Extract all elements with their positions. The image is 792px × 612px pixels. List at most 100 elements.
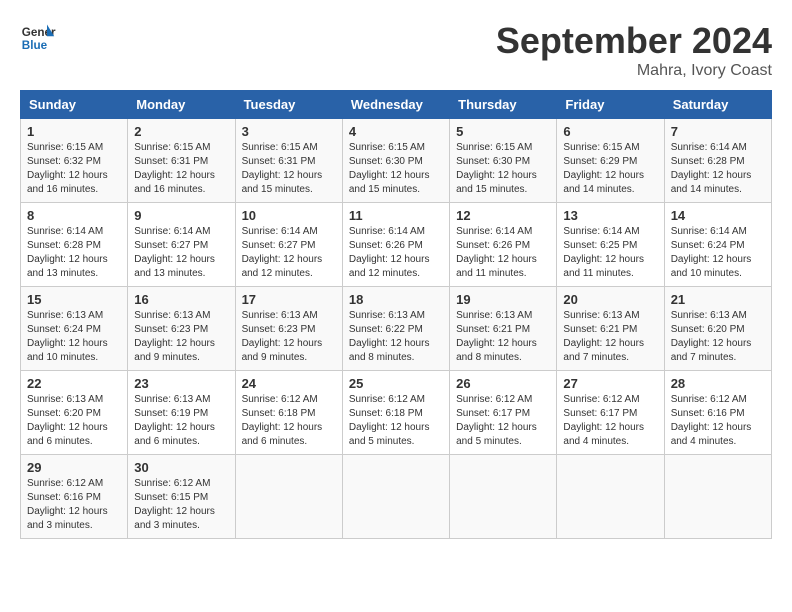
- col-header-wednesday: Wednesday: [342, 91, 449, 119]
- day-info: Sunrise: 6:12 AMSunset: 6:18 PMDaylight:…: [349, 393, 443, 449]
- calendar-cell: 4 Sunrise: 6:15 AMSunset: 6:30 PMDaylight…: [342, 119, 449, 203]
- calendar-cell: 23 Sunrise: 6:13 AMSunset: 6:19 PMDayligh…: [128, 371, 235, 455]
- calendar-cell: 9 Sunrise: 6:14 AMSunset: 6:27 PMDaylight…: [128, 203, 235, 287]
- day-number: 25: [349, 376, 443, 391]
- day-info: Sunrise: 6:15 AMSunset: 6:29 PMDaylight:…: [563, 141, 657, 197]
- calendar-cell: 8Sunrise: 6:14 AMSunset: 6:28 PMDaylight…: [21, 203, 128, 287]
- day-number: 27: [563, 376, 657, 391]
- day-info: Sunrise: 6:14 AMSunset: 6:26 PMDaylight:…: [456, 225, 550, 281]
- calendar-table: SundayMondayTuesdayWednesdayThursdayFrid…: [20, 90, 772, 539]
- title-area: September 2024 Mahra, Ivory Coast: [496, 20, 772, 80]
- day-number: 20: [563, 292, 657, 307]
- calendar-body: 1 Sunrise: 6:15 AMSunset: 6:32 PMDaylight…: [21, 119, 772, 539]
- day-info: Sunrise: 6:15 AMSunset: 6:30 PMDaylight:…: [456, 141, 550, 197]
- calendar-cell: 12 Sunrise: 6:14 AMSunset: 6:26 PMDayligh…: [450, 203, 557, 287]
- col-header-tuesday: Tuesday: [235, 91, 342, 119]
- day-number: 26: [456, 376, 550, 391]
- day-number: 19: [456, 292, 550, 307]
- day-number: 21: [671, 292, 765, 307]
- calendar-cell: 18Sunrise: 6:13 AMSunset: 6:22 PMDayligh…: [342, 287, 449, 371]
- svg-text:Blue: Blue: [22, 39, 48, 52]
- calendar-cell: 5 Sunrise: 6:15 AMSunset: 6:30 PMDaylight…: [450, 119, 557, 203]
- calendar-week-row: 1 Sunrise: 6:15 AMSunset: 6:32 PMDaylight…: [21, 119, 772, 203]
- calendar-cell: 3 Sunrise: 6:15 AMSunset: 6:31 PMDaylight…: [235, 119, 342, 203]
- day-info: Sunrise: 6:12 AMSunset: 6:16 PMDaylight:…: [671, 393, 765, 449]
- calendar-cell: 30 Sunrise: 6:12 AMSunset: 6:15 PMDayligh…: [128, 455, 235, 539]
- calendar-cell: 14 Sunrise: 6:14 AMSunset: 6:24 PMDayligh…: [664, 203, 771, 287]
- day-number: 12: [456, 208, 550, 223]
- day-info: Sunrise: 6:15 AMSunset: 6:31 PMDaylight:…: [242, 141, 336, 197]
- calendar-cell: 10 Sunrise: 6:14 AMSunset: 6:27 PMDayligh…: [235, 203, 342, 287]
- calendar-week-row: 8Sunrise: 6:14 AMSunset: 6:28 PMDaylight…: [21, 203, 772, 287]
- calendar-cell: [235, 455, 342, 539]
- calendar-cell: 16Sunrise: 6:13 AMSunset: 6:23 PMDayligh…: [128, 287, 235, 371]
- day-number: 2: [134, 124, 228, 139]
- day-number: 7: [671, 124, 765, 139]
- day-info: Sunrise: 6:14 AMSunset: 6:26 PMDaylight:…: [349, 225, 443, 281]
- day-number: 1: [27, 124, 121, 139]
- day-info: Sunrise: 6:12 AMSunset: 6:15 PMDaylight:…: [134, 477, 228, 533]
- day-number: 28: [671, 376, 765, 391]
- calendar-cell: [450, 455, 557, 539]
- day-number: 15: [27, 292, 121, 307]
- calendar-cell: [664, 455, 771, 539]
- calendar-cell: 28 Sunrise: 6:12 AMSunset: 6:16 PMDayligh…: [664, 371, 771, 455]
- calendar-cell: 25 Sunrise: 6:12 AMSunset: 6:18 PMDayligh…: [342, 371, 449, 455]
- day-info: Sunrise: 6:15 AMSunset: 6:32 PMDaylight:…: [27, 141, 121, 197]
- day-number: 10: [242, 208, 336, 223]
- calendar-cell: 13Sunrise: 6:14 AMSunset: 6:25 PMDayligh…: [557, 203, 664, 287]
- day-info: Sunrise: 6:13 AMSunset: 6:23 PMDaylight:…: [134, 309, 228, 365]
- day-info: Sunrise: 6:14 AMSunset: 6:28 PMDaylight:…: [671, 141, 765, 197]
- day-number: 14: [671, 208, 765, 223]
- calendar-cell: 22 Sunrise: 6:13 AMSunset: 6:20 PMDayligh…: [21, 371, 128, 455]
- day-number: 3: [242, 124, 336, 139]
- day-number: 29: [27, 460, 121, 475]
- calendar-cell: 6Sunrise: 6:15 AMSunset: 6:29 PMDaylight…: [557, 119, 664, 203]
- calendar-cell: 24 Sunrise: 6:12 AMSunset: 6:18 PMDayligh…: [235, 371, 342, 455]
- calendar-week-row: 29 Sunrise: 6:12 AMSunset: 6:16 PMDayligh…: [21, 455, 772, 539]
- day-info: Sunrise: 6:13 AMSunset: 6:19 PMDaylight:…: [134, 393, 228, 449]
- day-info: Sunrise: 6:13 AMSunset: 6:21 PMDaylight:…: [456, 309, 550, 365]
- day-info: Sunrise: 6:14 AMSunset: 6:27 PMDaylight:…: [134, 225, 228, 281]
- day-info: Sunrise: 6:12 AMSunset: 6:18 PMDaylight:…: [242, 393, 336, 449]
- calendar-cell: 20 Sunrise: 6:13 AMSunset: 6:21 PMDayligh…: [557, 287, 664, 371]
- day-number: 9: [134, 208, 228, 223]
- day-info: Sunrise: 6:15 AMSunset: 6:30 PMDaylight:…: [349, 141, 443, 197]
- calendar-cell: 7 Sunrise: 6:14 AMSunset: 6:28 PMDaylight…: [664, 119, 771, 203]
- calendar-cell: [342, 455, 449, 539]
- day-number: 17: [242, 292, 336, 307]
- location-title: Mahra, Ivory Coast: [496, 62, 772, 80]
- calendar-cell: 15 Sunrise: 6:13 AMSunset: 6:24 PMDayligh…: [21, 287, 128, 371]
- day-number: 13: [563, 208, 657, 223]
- day-number: 4: [349, 124, 443, 139]
- day-info: Sunrise: 6:13 AMSunset: 6:21 PMDaylight:…: [563, 309, 657, 365]
- col-header-monday: Monday: [128, 91, 235, 119]
- day-number: 5: [456, 124, 550, 139]
- calendar-cell: 27Sunrise: 6:12 AMSunset: 6:17 PMDayligh…: [557, 371, 664, 455]
- calendar-cell: 17 Sunrise: 6:13 AMSunset: 6:23 PMDayligh…: [235, 287, 342, 371]
- month-title: September 2024: [496, 20, 772, 62]
- day-number: 11: [349, 208, 443, 223]
- day-number: 22: [27, 376, 121, 391]
- day-info: Sunrise: 6:15 AMSunset: 6:31 PMDaylight:…: [134, 141, 228, 197]
- logo-icon: General Blue: [20, 20, 56, 56]
- calendar-cell: 11 Sunrise: 6:14 AMSunset: 6:26 PMDayligh…: [342, 203, 449, 287]
- day-number: 23: [134, 376, 228, 391]
- day-number: 30: [134, 460, 228, 475]
- day-info: Sunrise: 6:13 AMSunset: 6:22 PMDaylight:…: [349, 309, 443, 365]
- calendar-cell: 1 Sunrise: 6:15 AMSunset: 6:32 PMDaylight…: [21, 119, 128, 203]
- day-info: Sunrise: 6:12 AMSunset: 6:16 PMDaylight:…: [27, 477, 121, 533]
- col-header-thursday: Thursday: [450, 91, 557, 119]
- day-info: Sunrise: 6:13 AMSunset: 6:20 PMDaylight:…: [27, 393, 121, 449]
- calendar-cell: 26Sunrise: 6:12 AMSunset: 6:17 PMDayligh…: [450, 371, 557, 455]
- calendar-cell: 2 Sunrise: 6:15 AMSunset: 6:31 PMDaylight…: [128, 119, 235, 203]
- day-info: Sunrise: 6:14 AMSunset: 6:24 PMDaylight:…: [671, 225, 765, 281]
- day-info: Sunrise: 6:14 AMSunset: 6:28 PMDaylight:…: [27, 225, 121, 281]
- calendar-header-row: SundayMondayTuesdayWednesdayThursdayFrid…: [21, 91, 772, 119]
- day-info: Sunrise: 6:13 AMSunset: 6:20 PMDaylight:…: [671, 309, 765, 365]
- day-number: 24: [242, 376, 336, 391]
- calendar-cell: 21 Sunrise: 6:13 AMSunset: 6:20 PMDayligh…: [664, 287, 771, 371]
- day-info: Sunrise: 6:14 AMSunset: 6:27 PMDaylight:…: [242, 225, 336, 281]
- day-info: Sunrise: 6:13 AMSunset: 6:23 PMDaylight:…: [242, 309, 336, 365]
- day-info: Sunrise: 6:13 AMSunset: 6:24 PMDaylight:…: [27, 309, 121, 365]
